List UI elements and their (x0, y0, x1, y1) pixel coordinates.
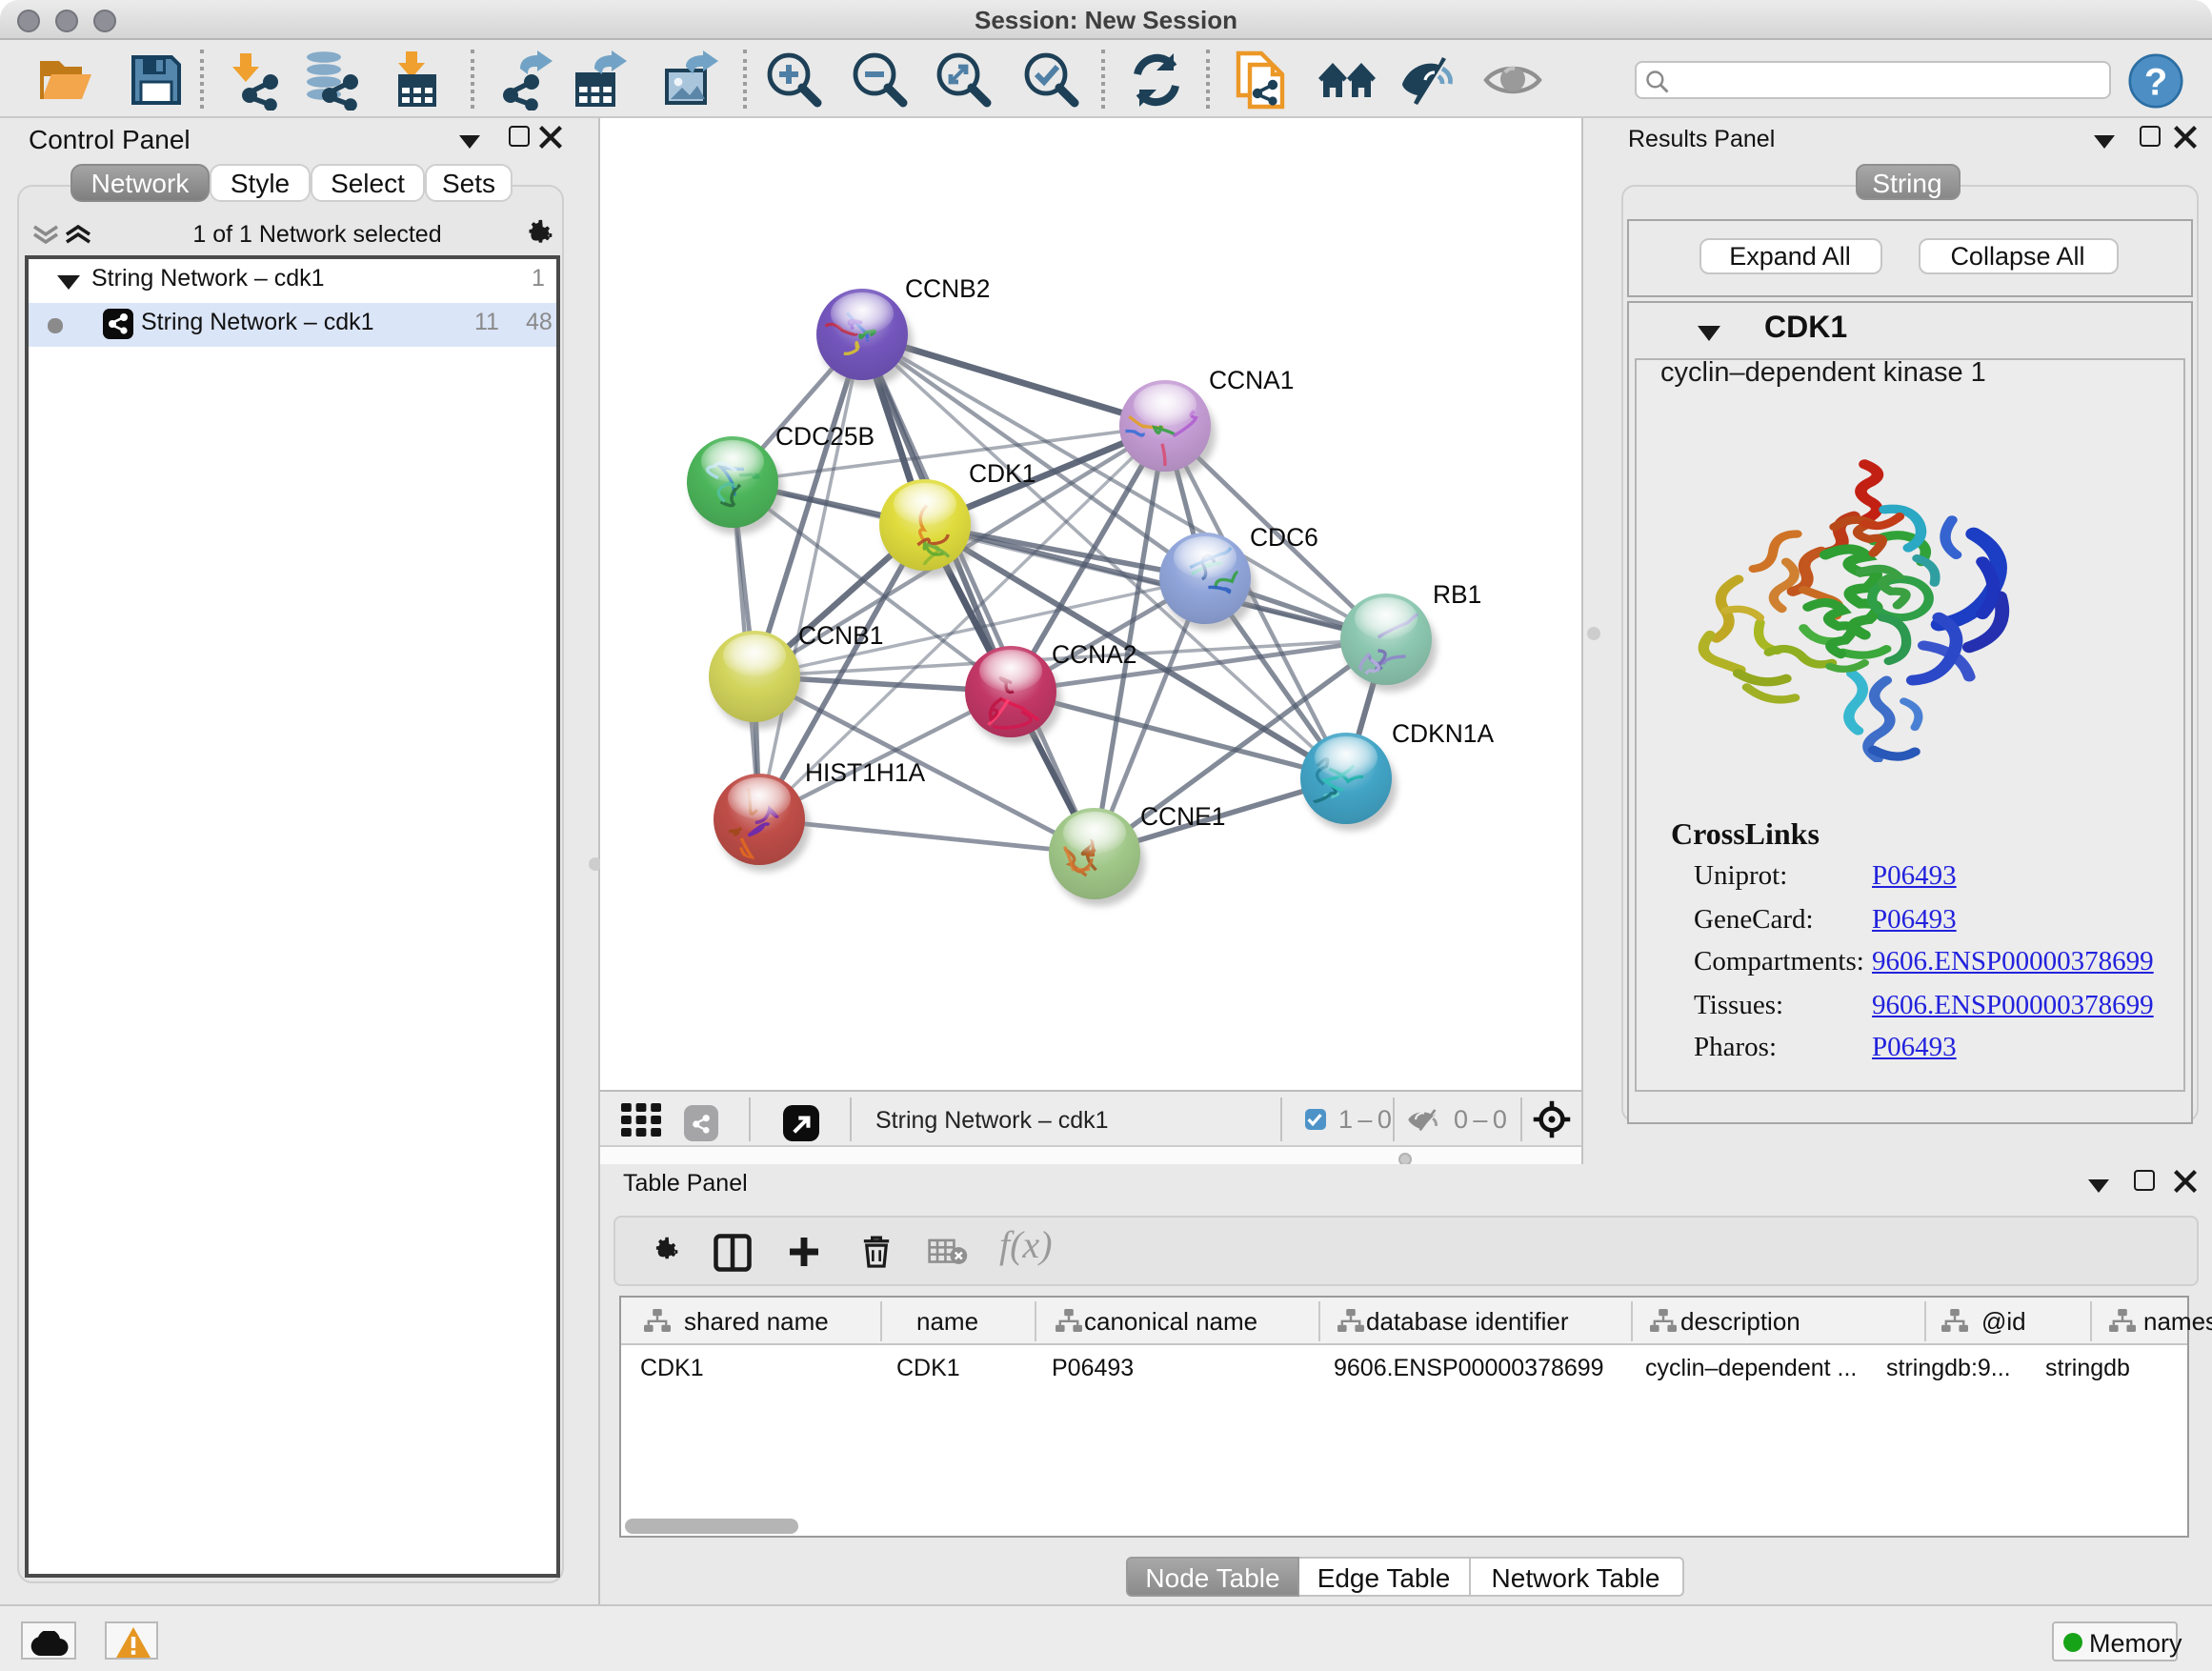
svg-text:CCNB1: CCNB1 (798, 621, 883, 650)
svg-text:CCNB2: CCNB2 (905, 274, 990, 303)
svg-text:CCNA2: CCNA2 (1052, 640, 1136, 669)
svg-text:RB1: RB1 (1433, 580, 1481, 609)
svg-text:CDKN1A: CDKN1A (1392, 719, 1494, 748)
svg-text:HIST1H1A: HIST1H1A (805, 758, 926, 787)
svg-text:CDC6: CDC6 (1250, 523, 1318, 552)
svg-text:?: ? (2144, 61, 2167, 103)
svg-text:CCNA1: CCNA1 (1209, 366, 1294, 394)
svg-text:CCNE1: CCNE1 (1140, 802, 1225, 831)
svg-text:CDC25B: CDC25B (775, 422, 875, 451)
svg-text:CDK1: CDK1 (969, 459, 1036, 488)
